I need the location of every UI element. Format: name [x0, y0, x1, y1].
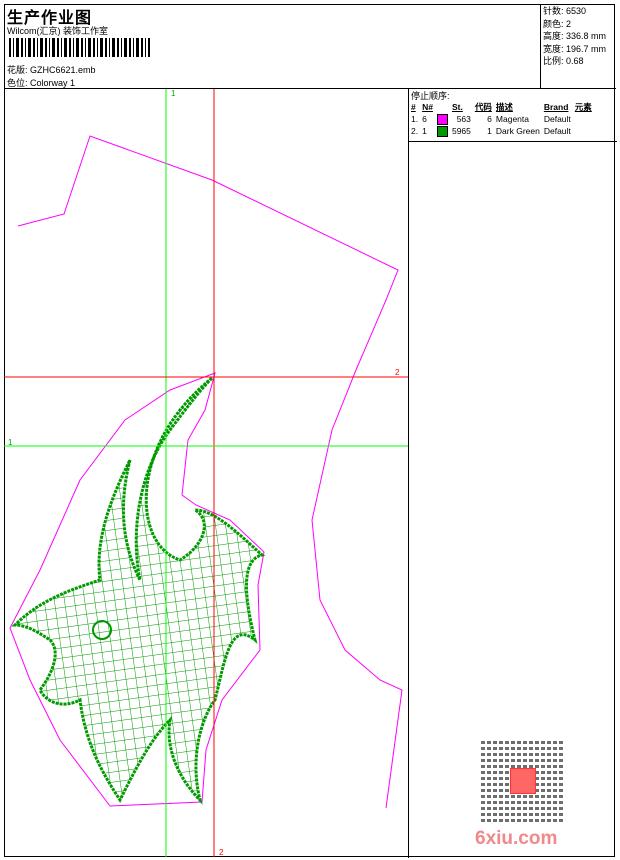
- guide-label: 1: [171, 89, 176, 98]
- guide-label: 2: [395, 368, 400, 377]
- production-worksheet: 生产作业图 Wilcom(汇京) 装饰工作室 花版: GZHC6621.emb …: [0, 0, 620, 860]
- seal-stamp: [510, 768, 536, 794]
- watermark: 6xiu.com: [475, 828, 558, 849]
- embroidery-canvas: 1 2 1 2: [4, 89, 408, 857]
- guide-label: 1: [8, 438, 13, 447]
- embroidery-motif: [11, 376, 266, 805]
- guide-label: 2: [219, 848, 224, 857]
